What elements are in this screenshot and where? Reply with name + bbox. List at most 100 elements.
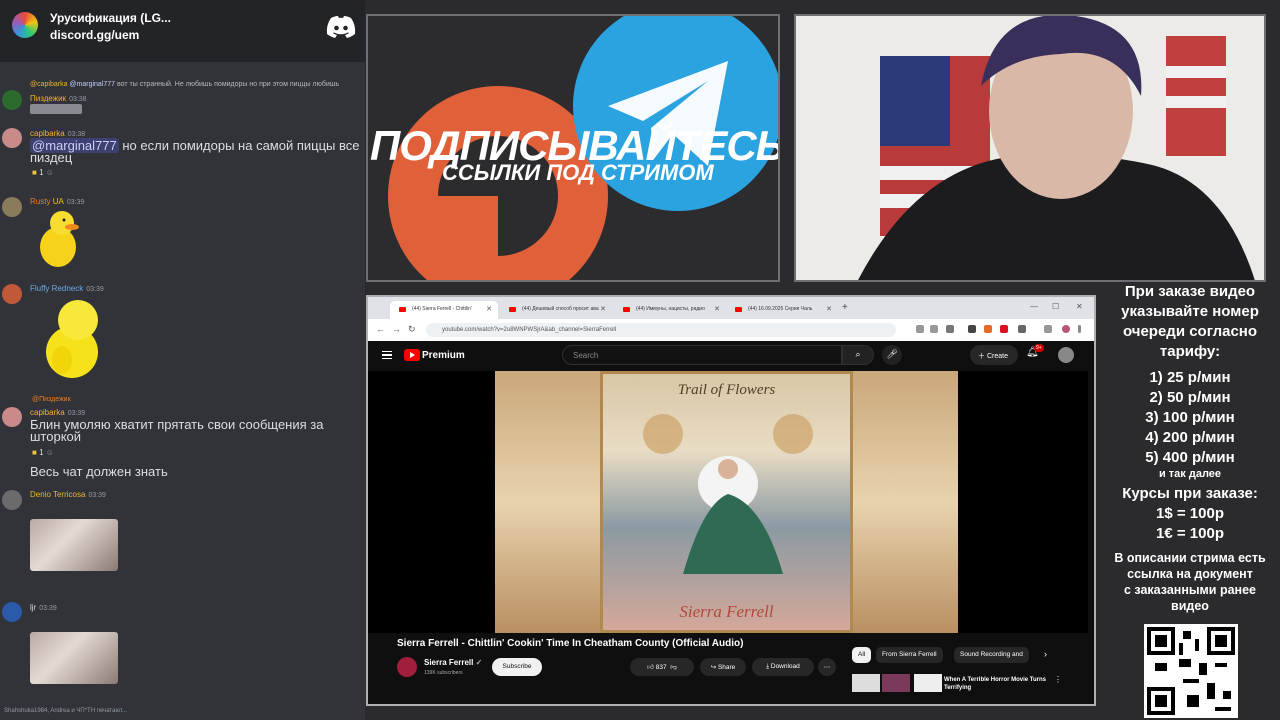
reply-preview[interactable]: @capibarka @marginal777 вот ты странный.… — [30, 81, 339, 88]
filter-chip[interactable]: Sound Recording and — [954, 647, 1029, 663]
menu-icon[interactable] — [1078, 325, 1081, 333]
tariff-line: 4) 200 р/мин — [1145, 429, 1235, 446]
username[interactable]: Rusty UA 03:39 — [30, 197, 84, 206]
sidebar-icon[interactable] — [1044, 325, 1052, 333]
video-player[interactable]: Trail of Flowers Sierra Ferrell — [368, 371, 1088, 633]
recommended-title[interactable]: When A Terrible Horror Movie Turns Terri… — [944, 676, 1054, 692]
bookmark-icon[interactable] — [946, 325, 954, 333]
message-text: шторкой — [30, 429, 82, 444]
avatar[interactable] — [2, 490, 22, 510]
share-icon: ↪ — [710, 664, 717, 671]
hamburger-menu-icon[interactable] — [382, 351, 392, 359]
download-button[interactable]: ⤓ Download — [752, 658, 814, 676]
discord-logo-icon — [326, 16, 356, 38]
search-icon[interactable]: ⌕ — [842, 345, 874, 365]
filter-chip[interactable]: From Sierra Ferrell — [876, 647, 943, 663]
create-button[interactable]: ＋ Create — [970, 345, 1018, 365]
youtube-logo-icon[interactable] — [404, 349, 420, 361]
reload-icon[interactable]: ↻ — [408, 324, 416, 335]
avatar[interactable] — [2, 407, 22, 427]
server-icon[interactable] — [12, 12, 38, 38]
recommended-thumbnail[interactable] — [914, 674, 942, 692]
channel-name[interactable]: Sierra Ferrell ✓ — [424, 658, 482, 667]
like-dislike-button[interactable]: 👍︎ 837 👎︎ — [630, 658, 694, 676]
reply-preview[interactable]: @Пиздежик — [32, 396, 71, 403]
extension-icon[interactable] — [1018, 325, 1026, 333]
album-illustration — [643, 414, 813, 574]
youtube-page: Premium Search ⌕ 🎤︎ ＋ Create 🔔︎ 9+ Trail… — [368, 341, 1094, 704]
description-line: В описании стрима есть — [1114, 551, 1266, 565]
info-heading-line: очереди согласно — [1122, 323, 1258, 340]
avatar[interactable] — [2, 90, 22, 110]
avatar[interactable] — [2, 128, 22, 148]
more-vert-icon[interactable]: ⋮ — [1054, 675, 1062, 684]
username[interactable]: Пиздежик 03:38 — [30, 94, 87, 103]
stream-layout: Урусификация (LG... discord.gg/uem @capi… — [0, 0, 1280, 720]
browser-tab[interactable]: (44) Sierra Ferrell - Chittlin' ✕ — [390, 301, 498, 319]
spoiler-block[interactable] — [30, 104, 82, 114]
description-line: с заказанными ранее — [1123, 583, 1256, 597]
browser-tab[interactable]: (44) Дешевый способ просит ава ✕ — [500, 301, 612, 319]
subscriber-count: 139K subscribers — [424, 670, 463, 676]
share-button[interactable]: ↪ Share — [700, 658, 746, 676]
duck-sticker — [46, 300, 98, 378]
username[interactable]: capibarka 03:39 — [30, 408, 85, 417]
browser-tab[interactable]: (44) 16.09.2025 Серия Чаль ✕ — [726, 301, 838, 319]
back-icon[interactable]: ← — [376, 324, 385, 334]
message-text: пиздец — [30, 150, 73, 165]
maximize-icon[interactable]: ☐ — [1052, 302, 1059, 311]
extension-icon[interactable] — [968, 325, 976, 333]
more-actions-icon[interactable]: ⋯ — [818, 658, 836, 676]
close-icon[interactable]: ✕ — [600, 305, 606, 313]
recommended-thumbnail[interactable] — [852, 674, 880, 692]
message-text: Весь чат должен знать — [30, 464, 168, 479]
minimize-icon[interactable]: — — [1030, 302, 1038, 311]
avatar[interactable] — [2, 197, 22, 217]
banner-subtitle: ССЫЛКИ ПОД СТРИМОМ — [442, 160, 714, 185]
microphone-icon[interactable]: 🎤︎ — [882, 345, 902, 365]
close-icon[interactable]: ✕ — [826, 305, 832, 313]
reaction[interactable]: ■ 1 ☺ — [32, 168, 54, 177]
notification-count-badge: 9+ — [1034, 344, 1044, 352]
username[interactable]: Fluffy Redneck 03:39 — [30, 284, 104, 293]
username[interactable]: ljr 03:39 — [30, 603, 57, 612]
video-title: Sierra Ferrell - Chittlin' Cookin' Time … — [397, 638, 744, 649]
close-icon[interactable]: ✕ — [486, 305, 492, 313]
image-attachment[interactable] — [30, 519, 118, 571]
youtube-brand[interactable]: Premium — [422, 350, 465, 361]
subscribe-button[interactable]: Subscribe — [492, 658, 542, 676]
thumbs-up-icon: 👍︎ — [647, 664, 654, 671]
qr-code — [1144, 624, 1238, 718]
new-tab-icon[interactable]: + — [842, 302, 848, 313]
server-name: Урусификация (LG... — [50, 11, 171, 25]
subscribe-banner: ПОДПИСЫВАЙТЕСЬ ССЫЛКИ ПОД СТРИМОМ — [366, 14, 780, 282]
reaction[interactable]: ■ 1 ☺ — [32, 448, 54, 457]
avatar[interactable] — [2, 284, 22, 304]
channel-avatar[interactable] — [397, 657, 417, 677]
avatar[interactable] — [2, 602, 22, 622]
url-field[interactable]: youtube.com/watch?v=2u8WNPWSjrA&ab_chann… — [426, 323, 896, 337]
forward-icon[interactable]: → — [392, 324, 401, 334]
extension-icon[interactable] — [916, 325, 924, 333]
search-input[interactable]: Search — [562, 345, 842, 365]
server-invite-link[interactable]: discord.gg/uem — [50, 28, 139, 42]
profile-icon[interactable] — [1062, 325, 1070, 333]
close-icon[interactable]: ✕ — [714, 305, 720, 313]
browser-tab[interactable]: (44) Иммуны, нацисты, радио ✕ — [614, 301, 726, 319]
extension-icon[interactable] — [930, 325, 938, 333]
close-window-icon[interactable]: ✕ — [1076, 302, 1083, 311]
username[interactable]: capibarka 03:38 — [30, 129, 85, 138]
youtube-favicon-icon — [509, 307, 516, 312]
image-attachment[interactable] — [30, 632, 118, 684]
tariff-line: 5) 400 р/мин — [1145, 449, 1235, 466]
username[interactable]: Denio Terricosa 03:39 — [30, 490, 106, 499]
recommended-thumbnail[interactable] — [882, 674, 910, 692]
typing-indicator: Shahshuka1984, Andrea и ЧП*ТН печатают..… — [4, 708, 127, 714]
extension-icon[interactable] — [1000, 325, 1008, 333]
account-avatar[interactable] — [1058, 347, 1074, 363]
filter-chip[interactable]: All — [852, 647, 872, 663]
album-artist: Sierra Ferrell — [679, 602, 774, 621]
thumbs-down-icon: 👎︎ — [670, 664, 677, 671]
chevron-right-icon[interactable]: › — [1044, 649, 1047, 659]
extension-icon[interactable] — [984, 325, 992, 333]
